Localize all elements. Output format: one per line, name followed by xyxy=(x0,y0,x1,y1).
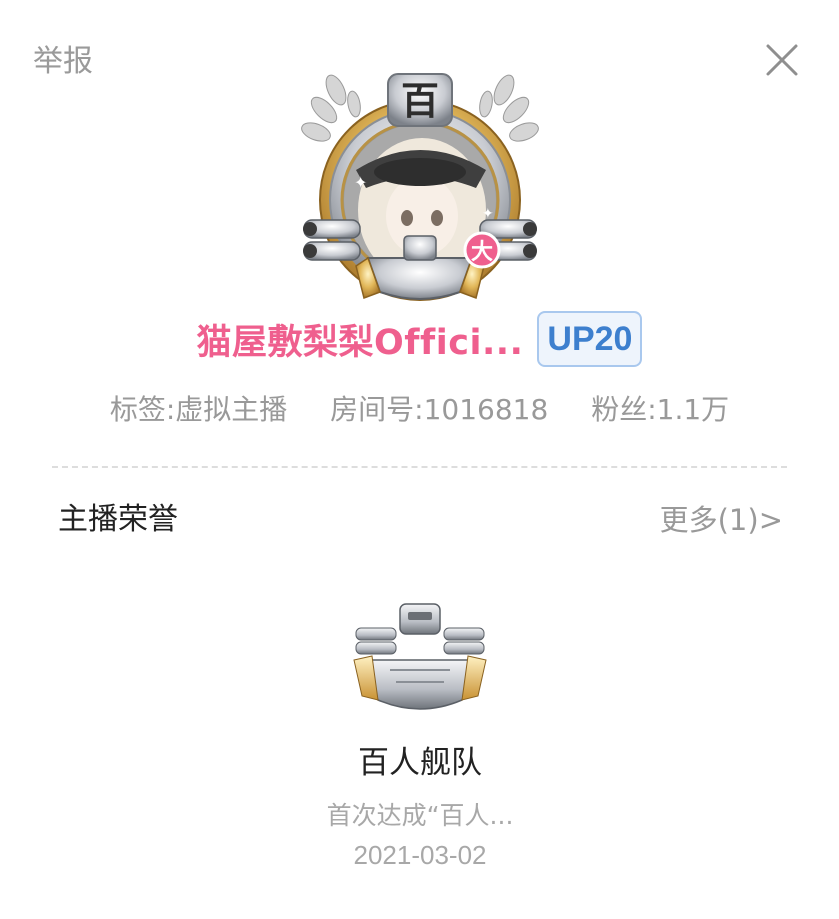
hundred-fleet-badge-icon xyxy=(350,600,490,718)
room-number: 房间号:1016818 xyxy=(330,393,549,426)
svg-text:✦: ✦ xyxy=(354,173,367,192)
level-badge: 大 xyxy=(463,231,501,269)
svg-text:百: 百 xyxy=(401,79,439,123)
honor-name: 百人舰队 xyxy=(358,745,482,781)
svg-text:大: 大 xyxy=(471,240,493,265)
frame-top-plaque: 百 xyxy=(387,73,453,127)
dashed-divider xyxy=(52,466,787,468)
streamer-info: 标签:虚拟主播 房间号:1016818 粉丝:1.1万 xyxy=(0,388,839,432)
tag-label: 标签:虚拟主播 xyxy=(109,393,288,426)
honor-date: 2021-03-02 xyxy=(353,840,487,870)
close-button[interactable] xyxy=(760,38,804,82)
name-row: 猫屋敷梨梨Offici... UP20 xyxy=(0,306,839,372)
avatar-frame[interactable]: ✦ ✦ 百 大 xyxy=(296,70,544,310)
fans-count: 粉丝:1.1万 xyxy=(591,393,730,426)
report-button[interactable]: 举报 xyxy=(33,40,93,84)
more-honors-link[interactable]: 更多(1)> xyxy=(660,498,783,542)
streamer-name[interactable]: 猫屋敷梨梨Offici... xyxy=(197,314,524,365)
honors-section-title: 主播荣誉 xyxy=(58,502,178,537)
up-level-badge: UP20 xyxy=(537,311,643,367)
close-icon xyxy=(766,44,798,76)
honor-description: 首次达成“百人... xyxy=(326,801,514,830)
streamer-card: 举报 ✦ ✦ 百 大 猫屋敷梨梨Offici... UP20 标签:虚拟主播 房… xyxy=(0,0,839,919)
honor-item[interactable]: 百人舰队 首次达成“百人... 2021-03-02 xyxy=(270,590,570,880)
